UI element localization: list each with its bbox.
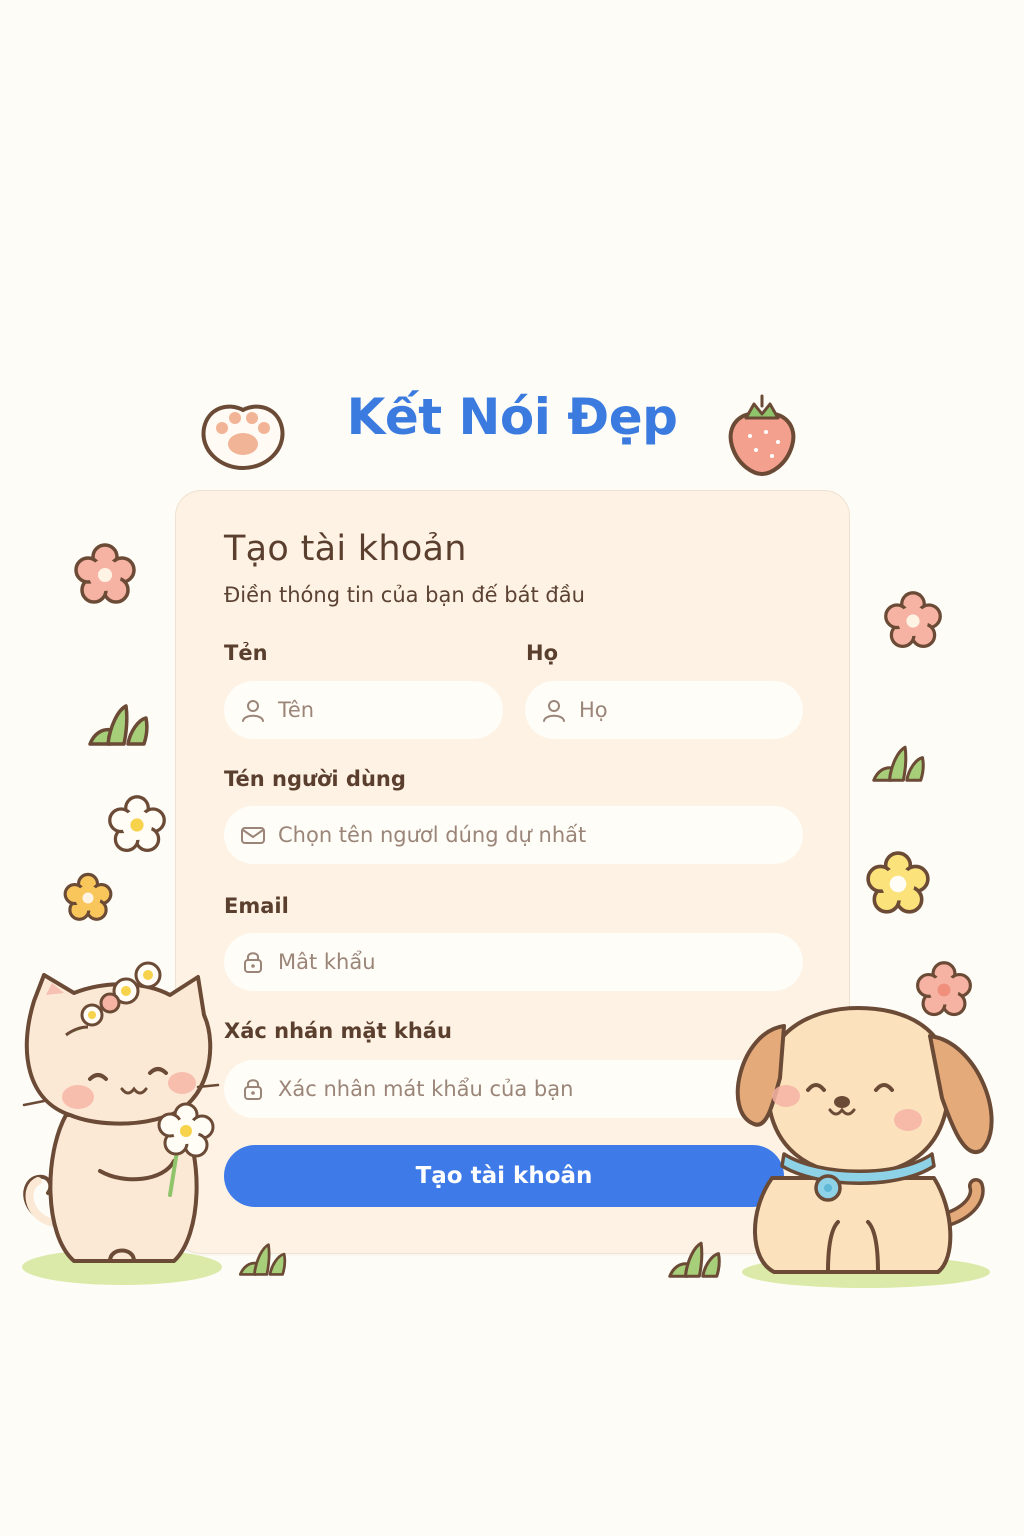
brand-title: Kết Nói Đẹp: [346, 388, 678, 446]
confirm-password-label: Xác nhán mặt kháu: [224, 1019, 452, 1043]
username-placeholder: Chọn tên ngươl dúng dự nhất: [278, 823, 587, 847]
grass-icon: [88, 704, 149, 746]
first-name-placeholder: Tên: [278, 698, 315, 722]
lock-icon: [240, 949, 266, 975]
pink-flower-icon: [74, 543, 136, 604]
first-name-field[interactable]: Tên: [224, 681, 503, 739]
email-placeholder: Mât khẩu: [278, 950, 376, 974]
yellow-flower-icon: [866, 851, 930, 914]
lock-icon: [240, 1076, 266, 1102]
form-title: Tạo tài khoản: [224, 529, 467, 569]
grass-icon: [872, 745, 925, 782]
last-name-field[interactable]: Họ: [525, 681, 803, 739]
pink-flower-icon: [884, 591, 942, 649]
email-label: Email: [224, 894, 289, 918]
user-icon: [240, 697, 266, 723]
last-name-label: Họ: [526, 641, 559, 665]
yellow-flower-icon: [63, 872, 113, 921]
form-subtitle: Điền thóng tin của bạn đế bát đầu: [224, 583, 585, 607]
username-label: Tén người dùng: [224, 767, 406, 791]
create-account-button[interactable]: Tạo tài khoân: [224, 1145, 784, 1207]
last-name-placeholder: Họ: [579, 698, 608, 722]
mail-icon: [240, 822, 266, 848]
cat-illustration: [22, 961, 222, 1285]
user-icon: [541, 697, 567, 723]
first-name-label: Tẻn: [224, 641, 268, 665]
username-field[interactable]: Chọn tên ngươl dúng dự nhất: [224, 806, 803, 864]
grass-icon: [668, 1241, 721, 1278]
confirm-password-field[interactable]: Xác nhân mát khẩu của bạn: [224, 1060, 803, 1118]
email-field[interactable]: Mât khẩu: [224, 933, 803, 991]
dog-illustration: [735, 1005, 994, 1288]
white-flower-icon: [108, 795, 166, 853]
grass-icon: [238, 1243, 287, 1276]
confirm-password-placeholder: Xác nhân mát khẩu của bạn: [278, 1077, 574, 1101]
